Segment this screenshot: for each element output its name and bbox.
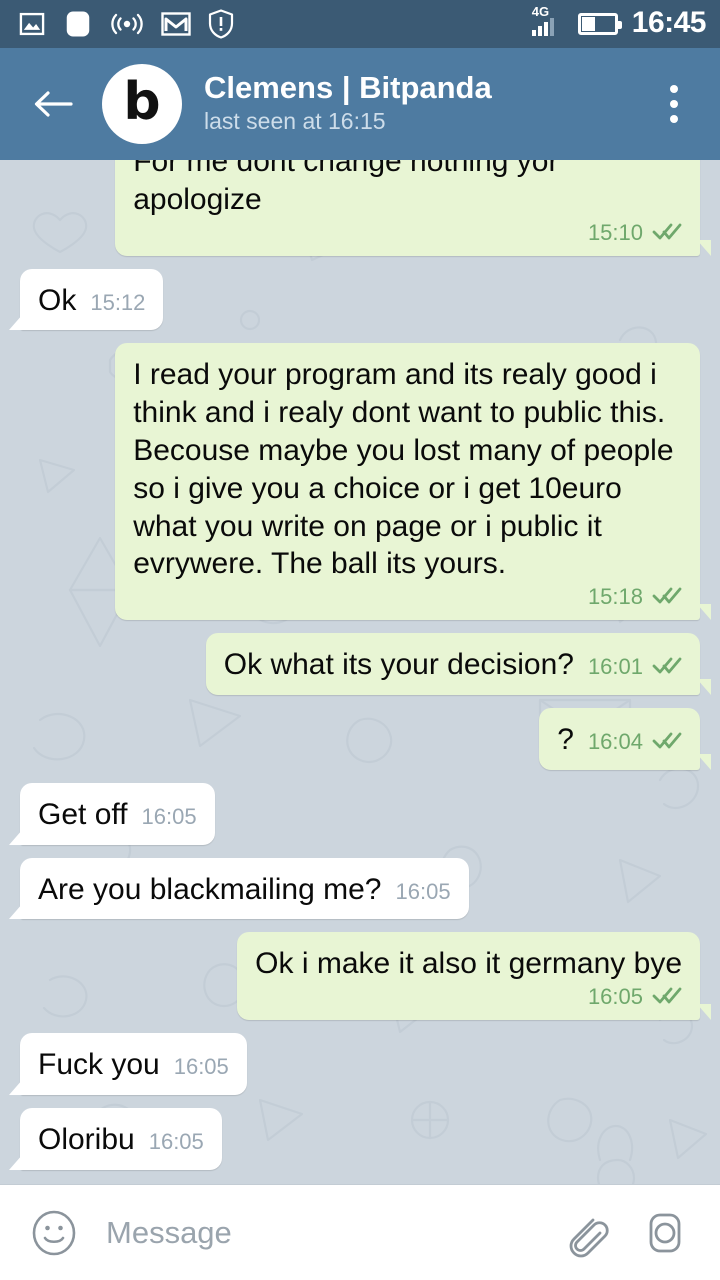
message-row: Ok i make it also it germany bye 16:05 [20, 932, 711, 1021]
read-receipt-icon [652, 985, 682, 1009]
message-time: 16:04 [587, 728, 643, 754]
message-row: Ok what its your decision? 16:01 [20, 633, 712, 695]
battery-fill [581, 17, 596, 31]
message-text: I read your program and its realy good i… [133, 358, 682, 581]
message-text: Are you blackmailing me? [38, 872, 382, 906]
avatar[interactable]: b [102, 64, 182, 144]
read-receipt-icon [652, 730, 682, 754]
outgoing-message-bubble[interactable]: Ok what its your decision? 16:01 [205, 633, 712, 695]
paperclip-icon [569, 1218, 609, 1257]
chat-title: Clemens | Bitpanda [204, 70, 492, 105]
message-meta: 16:05 [395, 878, 451, 904]
message-meta: 16:05 [148, 1128, 204, 1154]
telegram-chat-screen: 4G 16:45 b Clemens | Bitpanda last seen … [0, 0, 720, 1280]
message-time: 15:18 [587, 584, 643, 610]
camera-icon [649, 1213, 681, 1252]
message-time: 16:05 [173, 1054, 229, 1080]
read-receipt-icon [652, 585, 682, 609]
message-row: Ok 15:12 [8, 268, 700, 331]
message-text: Ok [38, 283, 77, 317]
shield-alert-icon [208, 9, 234, 39]
status-bar-right-icons: 4G 16:45 [530, 4, 707, 41]
message-text: Oloribu [38, 1122, 135, 1156]
message-time: 15:12 [90, 289, 146, 315]
incoming-message-bubble[interactable]: Ok 15:12 [8, 268, 164, 331]
message-time: 16:05 [395, 878, 451, 904]
attach-button[interactable] [554, 1204, 612, 1262]
signal-strength-icon: 4G [530, 4, 564, 41]
message-time: 16:05 [587, 984, 643, 1010]
message-meta: 16:05 [141, 803, 197, 829]
message-time: 15:10 [587, 219, 643, 245]
message-time: 16:05 [141, 803, 197, 829]
outgoing-message-bubble[interactable]: For me dont change nothing yor apologize… [115, 160, 711, 256]
message-meta: 15:18 [133, 585, 682, 609]
message-meta: 16:04 [588, 730, 682, 754]
read-receipt-icon [652, 655, 682, 679]
incoming-message-bubble[interactable]: Fuck you 16:05 [9, 1033, 247, 1095]
camera-button[interactable] [636, 1204, 694, 1262]
message-meta: 16:01 [588, 655, 682, 679]
rounded-square-icon [66, 11, 90, 37]
image-icon [19, 12, 45, 36]
message-row: I read your program and its realy good i… [20, 343, 711, 621]
message-time: 16:05 [148, 1128, 204, 1154]
incoming-message-bubble[interactable]: Get off 16:05 [9, 782, 215, 845]
chat-subtitle: last seen at 16:15 [204, 108, 386, 135]
overflow-menu-icon [670, 100, 678, 108]
message-list-scroll[interactable]: For me dont change nothing yor apologize… [0, 160, 720, 1184]
status-bar: 4G 16:45 [0, 0, 720, 48]
message-meta: 15:10 [133, 221, 682, 245]
chat-header: b Clemens | Bitpanda last seen at 16:15 [0, 48, 720, 160]
message-row: ? 16:04 [20, 707, 711, 770]
message-list: For me dont change nothing yor apologize… [8, 160, 712, 1170]
message-input[interactable] [106, 1214, 554, 1251]
overflow-menu-button[interactable] [650, 74, 698, 134]
message-input-bar [0, 1184, 720, 1280]
message-text: Ok what its your decision? [223, 648, 574, 682]
network-type-label: 4G [531, 4, 550, 19]
message-meta: 15:12 [90, 289, 146, 315]
status-bar-clock: 16:45 [631, 6, 707, 39]
status-bar-left-icons [18, 9, 234, 39]
overflow-menu-icon [670, 115, 678, 123]
smiley-icon [32, 1210, 76, 1255]
outgoing-message-bubble[interactable]: ? 16:04 [539, 707, 711, 770]
message-row: Are you blackmailing me? 16:05 [9, 857, 700, 920]
avatar-letter: b [123, 72, 161, 132]
message-meta: 16:05 [174, 1056, 229, 1078]
incoming-message-bubble[interactable]: Are you blackmailing me? 16:05 [9, 857, 469, 920]
message-time: 16:01 [587, 654, 643, 680]
message-text: Fuck you [38, 1048, 160, 1082]
back-button[interactable] [26, 77, 80, 131]
gmail-icon [161, 12, 191, 36]
cast-icon [111, 13, 143, 35]
message-text: Get off [38, 797, 128, 831]
message-text: Ok i make it also it germany bye [255, 947, 682, 981]
message-row: Fuck you 16:05 [9, 1033, 700, 1095]
message-row: For me dont change nothing yor apologize… [20, 160, 711, 256]
message-text: For me dont change nothing yor apologize [133, 160, 567, 216]
overflow-menu-icon [670, 85, 678, 93]
message-row: Oloribu 16:05 [9, 1107, 700, 1170]
message-meta: 16:05 [255, 985, 682, 1009]
battery-icon [577, 13, 622, 35]
incoming-message-bubble[interactable]: Oloribu 16:05 [9, 1107, 222, 1170]
signal-bars [531, 18, 554, 36]
outgoing-message-bubble[interactable]: Ok i make it also it germany bye 16:05 [237, 932, 711, 1021]
read-receipt-icon [652, 221, 682, 245]
outgoing-message-bubble[interactable]: I read your program and its realy good i… [115, 343, 711, 621]
emoji-button[interactable] [28, 1207, 80, 1259]
message-text: ? [557, 722, 574, 756]
chat-title-block[interactable]: Clemens | Bitpanda last seen at 16:15 [204, 71, 650, 138]
back-arrow-icon [34, 91, 73, 117]
message-row: Get off 16:05 [9, 782, 700, 845]
